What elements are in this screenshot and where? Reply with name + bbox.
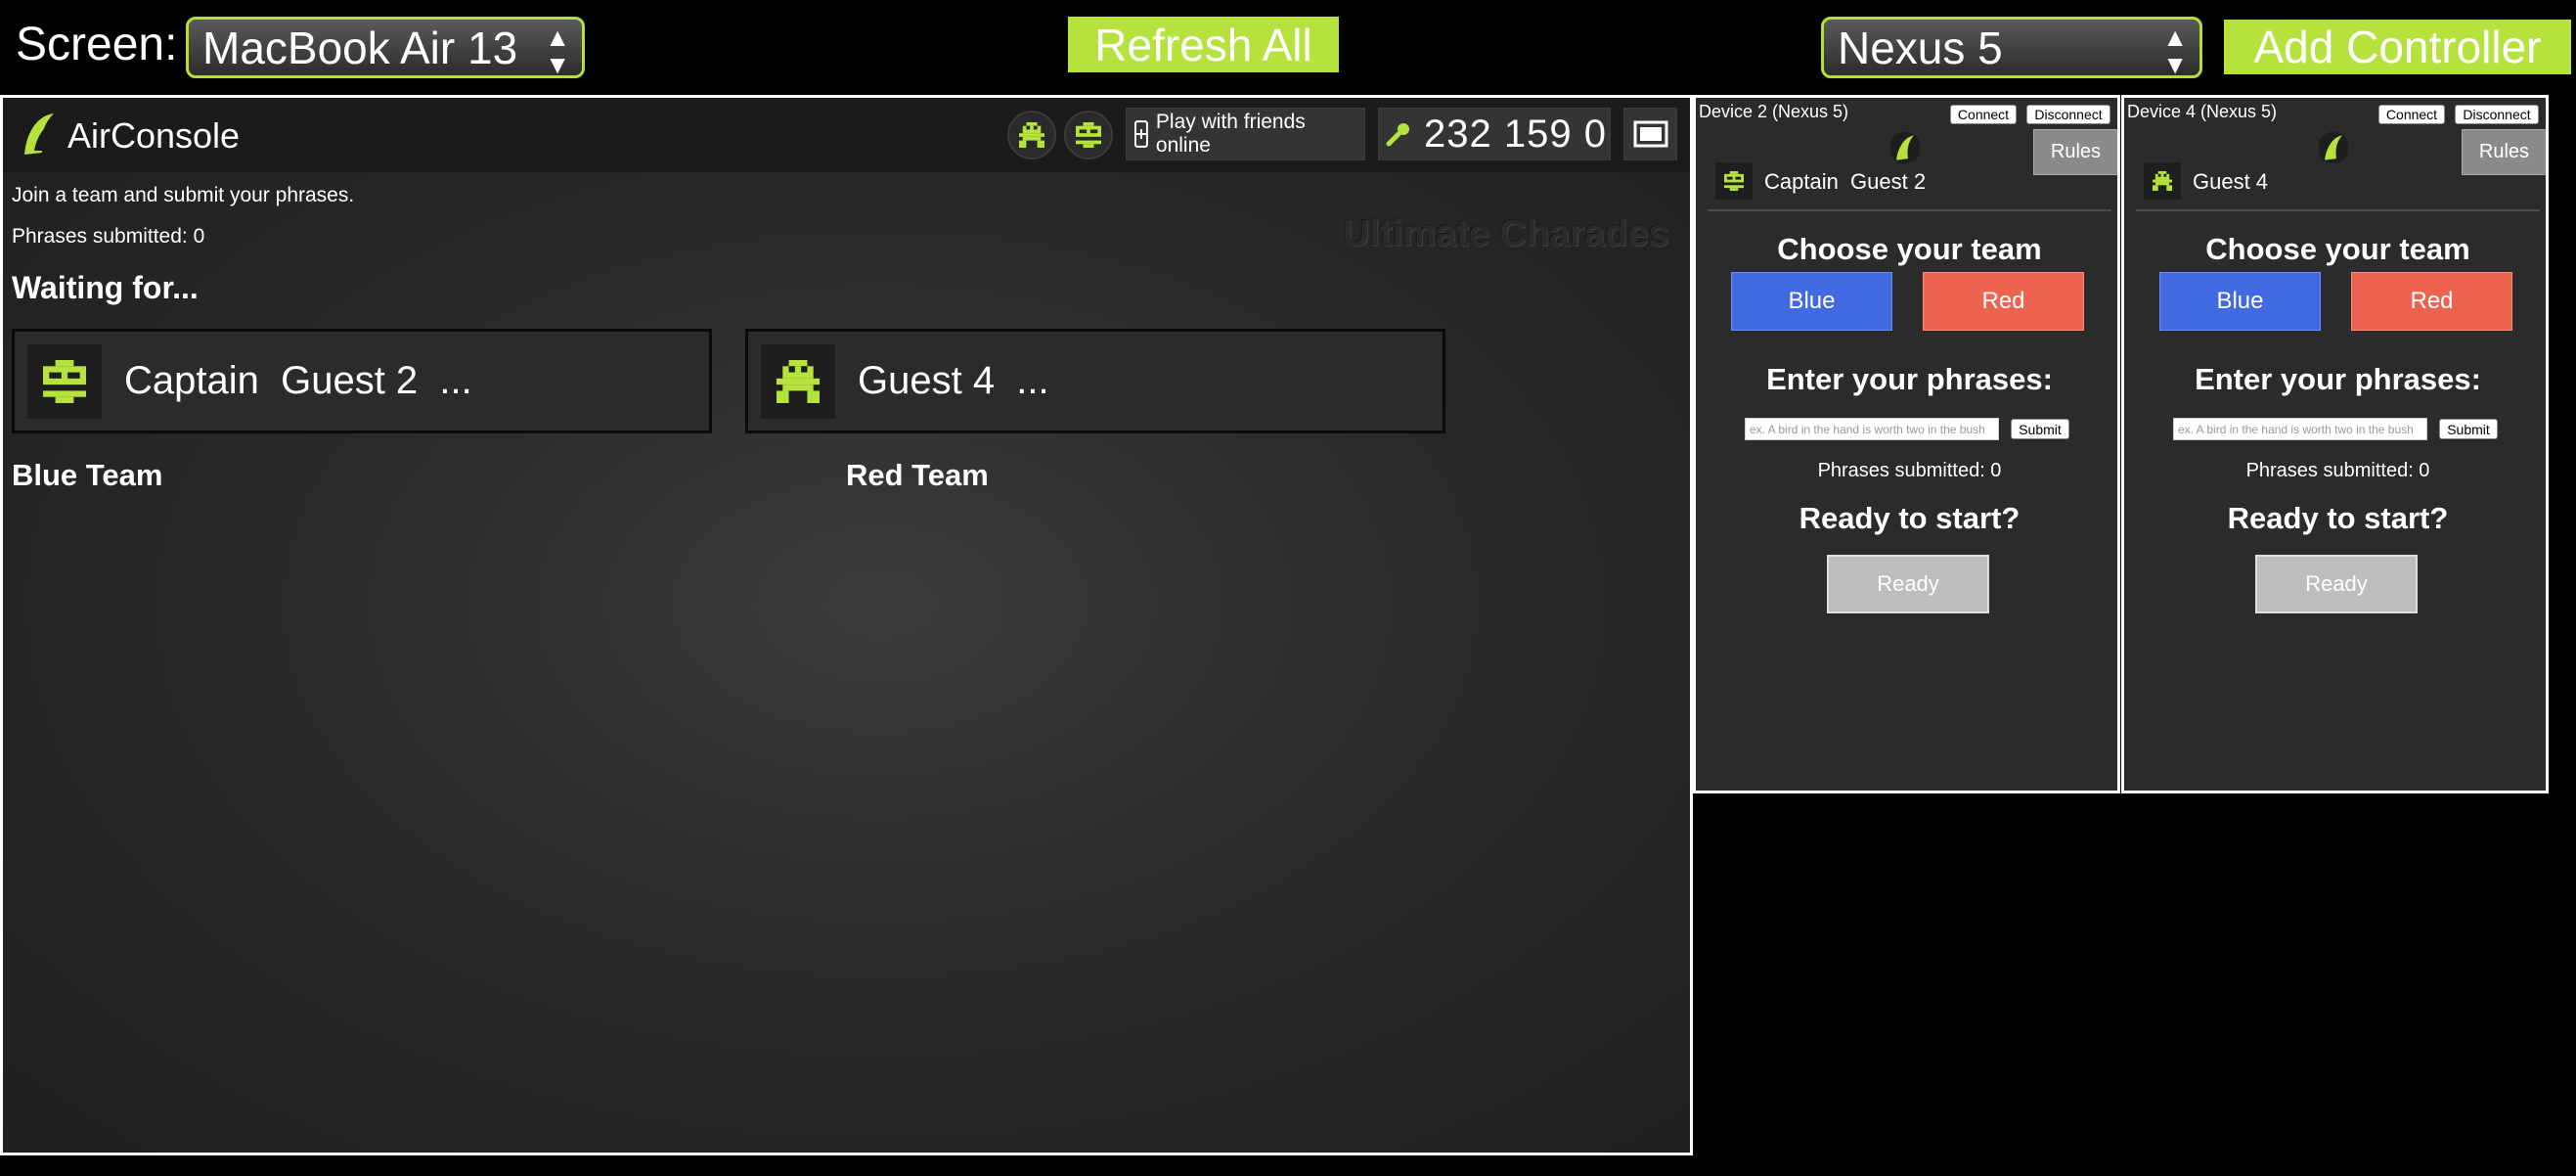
device-panel: Device 2 (Nexus 5) Connect Disconnect Ru… xyxy=(1693,95,2120,793)
player-avatar-alien[interactable] xyxy=(1007,111,1056,159)
waiting-heading: Waiting for... xyxy=(12,270,199,305)
connect-button[interactable]: Connect xyxy=(1950,105,2017,124)
airconsole-logo-icon xyxy=(2319,131,2348,164)
pixel-robot-icon xyxy=(1724,171,1744,191)
avatar xyxy=(1715,162,1753,200)
play-online-button[interactable]: Play with friends online xyxy=(1126,108,1365,160)
player-name: Captain Guest 2 xyxy=(1764,169,1927,194)
disconnect-button[interactable]: Disconnect xyxy=(2026,105,2110,124)
screen-select-value: MacBook Air 13 xyxy=(202,22,518,73)
refresh-all-button[interactable]: Refresh All xyxy=(1068,17,1339,72)
phone-icon xyxy=(1134,120,1148,148)
avatar xyxy=(27,344,102,419)
game-screen: AirConsole Play with friends online 232 … xyxy=(0,95,1693,1155)
device-title: Device 2 (Nexus 5) xyxy=(1699,102,1849,121)
instructions-text: Join a team and submit your phrases. xyxy=(12,184,355,206)
device-select[interactable]: Nexus 5 ▲ ▼ xyxy=(1821,17,2202,78)
phrase-input[interactable]: ex. A bird in the hand is worth two in t… xyxy=(2173,418,2427,440)
add-controller-button[interactable]: Add Controller xyxy=(2224,20,2571,74)
player-name: Guest 4 xyxy=(2193,169,2269,194)
rules-button[interactable]: Rules xyxy=(2462,129,2546,175)
enter-phrases-heading: Enter your phrases: xyxy=(1766,362,2053,396)
device-select-value: Nexus 5 xyxy=(1838,22,2003,73)
player-name: Captain Guest 2 ... xyxy=(124,359,472,402)
phrases-submitted-text: Phrases submitted: 0 xyxy=(2245,460,2430,481)
fullscreen-button[interactable] xyxy=(1623,108,1677,160)
screen-label: Screen: xyxy=(16,19,178,70)
blue-team-heading: Blue Team xyxy=(12,458,163,492)
phrases-submitted-text: Phrases submitted: 0 xyxy=(12,225,205,248)
airconsole-logo-icon xyxy=(24,113,54,155)
ready-button[interactable]: Ready xyxy=(1827,555,1989,613)
phrases-submitted-text: Phrases submitted: 0 xyxy=(1817,460,2002,481)
player-card: Captain Guest 2 ... xyxy=(12,329,712,433)
airconsole-header: AirConsole Play with friends online 232 … xyxy=(3,98,1690,172)
phrase-input[interactable]: ex. A bird in the hand is worth two in t… xyxy=(1745,418,1999,440)
red-team-button[interactable]: Red xyxy=(1923,272,2084,331)
avatar xyxy=(2144,162,2181,200)
join-code-box: 232 159 0 xyxy=(1378,108,1611,160)
choose-team-heading: Choose your team xyxy=(2205,232,2470,266)
screen-select[interactable]: MacBook Air 13 ▲ ▼ xyxy=(186,17,585,78)
divider xyxy=(2136,209,2540,211)
player-card: Guest 4 ... xyxy=(745,329,1445,433)
player-name: Guest 4 ... xyxy=(858,359,1049,402)
game-title: Ultimate Charades xyxy=(1343,213,1669,254)
avatar xyxy=(761,344,835,419)
ready-question: Ready to start? xyxy=(1799,501,2021,535)
submit-button[interactable]: Submit xyxy=(2439,419,2498,439)
pixel-alien-icon xyxy=(777,360,820,403)
disconnect-button[interactable]: Disconnect xyxy=(2455,105,2539,124)
blue-team-button[interactable]: Blue xyxy=(1731,272,1892,331)
select-arrows-icon: ▲ ▼ xyxy=(2162,23,2188,79)
fullscreen-icon xyxy=(1633,120,1667,148)
ready-question: Ready to start? xyxy=(2227,501,2449,535)
player-avatar-robot[interactable] xyxy=(1064,111,1113,159)
airconsole-logo-icon xyxy=(1890,131,1920,164)
red-team-heading: Red Team xyxy=(846,458,989,492)
ready-button[interactable]: Ready xyxy=(2255,555,2418,613)
pixel-robot-icon xyxy=(43,360,86,403)
blue-team-button[interactable]: Blue xyxy=(2159,272,2321,331)
choose-team-heading: Choose your team xyxy=(1777,232,2042,266)
pixel-alien-icon xyxy=(2153,171,2172,191)
red-team-button[interactable]: Red xyxy=(2351,272,2512,331)
play-online-label: Play with friends online xyxy=(1155,111,1306,157)
rules-button[interactable]: Rules xyxy=(2033,129,2117,175)
pixel-alien-icon xyxy=(1019,122,1044,148)
select-arrows-icon: ▲ ▼ xyxy=(545,23,570,79)
join-code: 232 159 0 xyxy=(1424,112,1607,156)
key-icon xyxy=(1386,123,1409,147)
device-title: Device 4 (Nexus 5) xyxy=(2127,102,2278,121)
brand-name: AirConsole xyxy=(67,115,241,156)
enter-phrases-heading: Enter your phrases: xyxy=(2195,362,2481,396)
pixel-robot-icon xyxy=(1076,122,1101,148)
device-panel: Device 4 (Nexus 5) Connect Disconnect Ru… xyxy=(2121,95,2549,793)
submit-button[interactable]: Submit xyxy=(2011,419,2069,439)
divider xyxy=(1708,209,2111,211)
connect-button[interactable]: Connect xyxy=(2378,105,2445,124)
